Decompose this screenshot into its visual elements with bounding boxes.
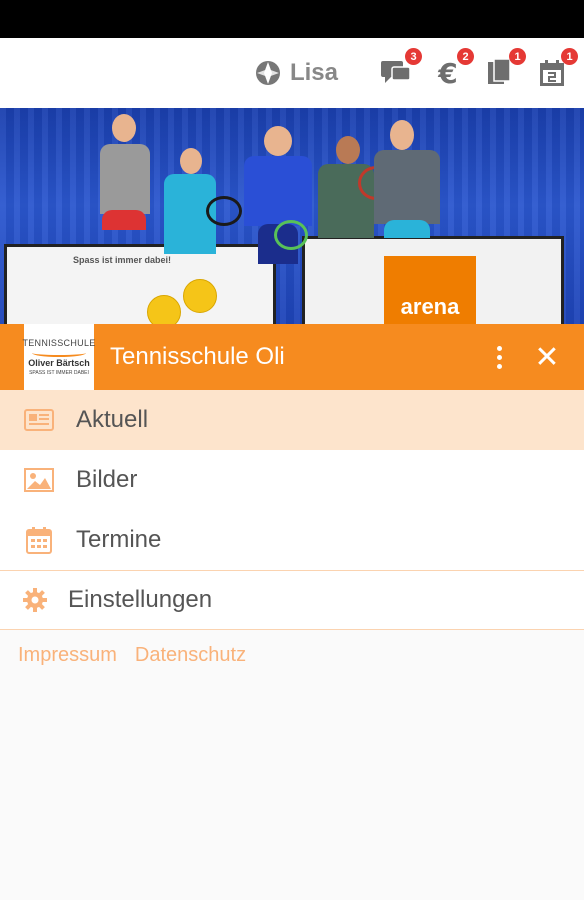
divider — [0, 629, 584, 630]
documents-button[interactable]: 1 — [482, 48, 526, 91]
smiley-icon — [147, 295, 181, 324]
more-options-icon[interactable] — [484, 337, 514, 377]
calendar-badge: 1 — [561, 48, 578, 65]
euro-icon: € — [438, 56, 458, 90]
payments-badge: 2 — [457, 48, 474, 65]
drawer-title: Tennisschule Oli — [110, 343, 285, 370]
smiley-icon — [183, 279, 217, 313]
payments-button[interactable]: € 2 — [430, 48, 474, 91]
datenschutz-link[interactable]: Datenschutz — [135, 644, 246, 667]
gear-icon — [22, 587, 48, 613]
calendar-icon — [540, 60, 564, 86]
hero-photo: Spass ist immer dabei! arena — [0, 108, 584, 324]
drawer-menu: Aktuell Bilder Termine Einstellungen — [0, 390, 584, 630]
documents-badge: 1 — [509, 48, 526, 65]
user-logo-icon — [255, 61, 280, 85]
documents-icon — [488, 58, 511, 84]
image-icon — [24, 465, 54, 495]
menu-item-bilder[interactable]: Bilder — [0, 450, 584, 510]
sponsor-banner-left: Spass ist immer dabei! — [4, 244, 276, 324]
menu-item-label: Termine — [76, 526, 162, 553]
menu-item-label: Bilder — [76, 466, 138, 493]
close-icon[interactable]: ✕ — [532, 341, 562, 374]
menu-item-einstellungen[interactable]: Einstellungen — [0, 571, 584, 629]
calendar-button[interactable]: 1 — [534, 48, 578, 91]
status-bar — [0, 0, 584, 38]
footer-links: Impressum Datenschutz — [18, 644, 264, 667]
impressum-link[interactable]: Impressum — [18, 644, 117, 667]
menu-item-label: Aktuell — [76, 406, 149, 433]
calendar-icon — [24, 525, 54, 555]
arena-logo: arena — [384, 256, 476, 324]
user-menu[interactable]: Lisa — [254, 59, 338, 87]
menu-item-termine[interactable]: Termine — [0, 510, 584, 570]
chat-button[interactable]: 3 — [378, 48, 422, 91]
user-name: Lisa — [289, 59, 338, 86]
menu-item-aktuell[interactable]: Aktuell — [0, 390, 584, 450]
chat-badge: 3 — [405, 48, 422, 65]
club-logo: TENNISSCHULE Oliver Bärtsch SPASS IST IM… — [22, 324, 95, 390]
settings-label: Einstellungen — [68, 586, 213, 613]
top-toolbar: Lisa 3 € 2 1 1 — [0, 38, 584, 108]
drawer-header: TENNISSCHULE Oliver Bärtsch SPASS IST IM… — [0, 324, 584, 390]
news-icon — [24, 405, 54, 435]
